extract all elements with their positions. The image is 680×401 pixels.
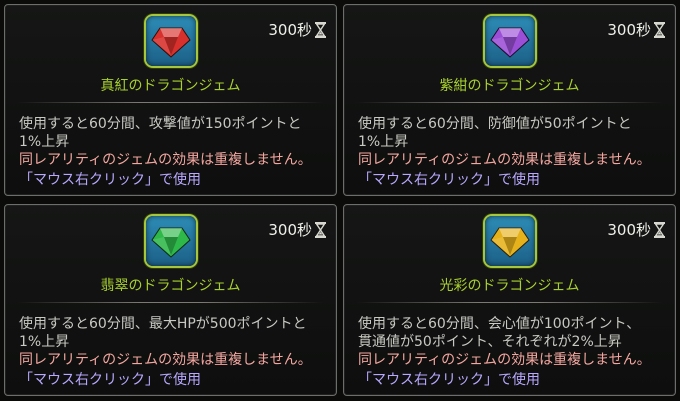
yellow-gem-icon bbox=[485, 216, 535, 266]
divider bbox=[17, 302, 324, 303]
cooldown-indicator: 300秒 bbox=[268, 219, 326, 240]
item-tooltip-radiant: 300秒 光彩のドラゴンジェム 使用すると60分間、会心値が100ポイント、 貫… bbox=[343, 204, 676, 396]
red-gem-icon bbox=[146, 16, 196, 66]
cooldown-text: 300秒 bbox=[268, 221, 312, 239]
cooldown-text: 300秒 bbox=[607, 221, 651, 239]
divider bbox=[356, 302, 663, 303]
divider bbox=[356, 102, 663, 103]
item-description: 使用すると60分間、攻撃値が150ポイントと 1%上昇 bbox=[19, 116, 302, 150]
stacking-warning: 同レアリティのジェムの効果は重複しません。 bbox=[19, 352, 312, 368]
gem-shape bbox=[151, 27, 191, 58]
hourglass-icon bbox=[315, 21, 326, 38]
usage-hint: 「マウス右クリック」で使用 bbox=[19, 172, 201, 188]
cooldown-indicator: 300秒 bbox=[607, 219, 665, 240]
tooltip-grid: 300秒 真紅のドラゴンジェム 使用すると60分間、攻撃値が150ポイントと 1… bbox=[0, 0, 680, 401]
hourglass-icon bbox=[315, 221, 326, 238]
item-description: 使用すると60分間、防御値が50ポイントと 1%上昇 bbox=[358, 116, 632, 150]
cooldown-text: 300秒 bbox=[607, 21, 651, 39]
item-tooltip-violet: 300秒 紫紺のドラゴンジェム 使用すると60分間、防御値が50ポイントと 1%… bbox=[343, 4, 676, 196]
cooldown-indicator: 300秒 bbox=[268, 19, 326, 40]
green-gem-icon bbox=[146, 216, 196, 266]
item-tooltip-crimson: 300秒 真紅のドラゴンジェム 使用すると60分間、攻撃値が150ポイントと 1… bbox=[4, 4, 337, 196]
item-name: 真紅のドラゴンジェム bbox=[100, 78, 241, 94]
item-description: 使用すると60分間、会心値が100ポイント、 貫通値が50ポイント、それぞれが2… bbox=[358, 316, 641, 350]
item-name: 翡翠のドラゴンジェム bbox=[100, 278, 241, 294]
stacking-warning: 同レアリティのジェムの効果は重複しません。 bbox=[358, 352, 651, 368]
usage-hint: 「マウス右クリック」で使用 bbox=[358, 372, 540, 388]
cooldown-text: 300秒 bbox=[268, 21, 312, 39]
item-description: 使用すると60分間、最大HPが500ポイントと 1%上昇 bbox=[19, 316, 307, 350]
purple-gem-icon bbox=[485, 16, 535, 66]
usage-hint: 「マウス右クリック」で使用 bbox=[19, 372, 201, 388]
stacking-warning: 同レアリティのジェムの効果は重複しません。 bbox=[358, 152, 651, 168]
cooldown-indicator: 300秒 bbox=[607, 19, 665, 40]
gem-shape bbox=[490, 227, 530, 258]
item-name: 光彩のドラゴンジェム bbox=[439, 278, 580, 294]
divider bbox=[17, 102, 324, 103]
item-tooltip-jade: 300秒 翡翠のドラゴンジェム 使用すると60分間、最大HPが500ポイントと … bbox=[4, 204, 337, 396]
hourglass-icon bbox=[654, 21, 665, 38]
hourglass-icon bbox=[654, 221, 665, 238]
usage-hint: 「マウス右クリック」で使用 bbox=[358, 172, 540, 188]
stacking-warning: 同レアリティのジェムの効果は重複しません。 bbox=[19, 152, 312, 168]
item-name: 紫紺のドラゴンジェム bbox=[439, 78, 580, 94]
gem-shape bbox=[490, 27, 530, 58]
gem-shape bbox=[151, 227, 191, 258]
